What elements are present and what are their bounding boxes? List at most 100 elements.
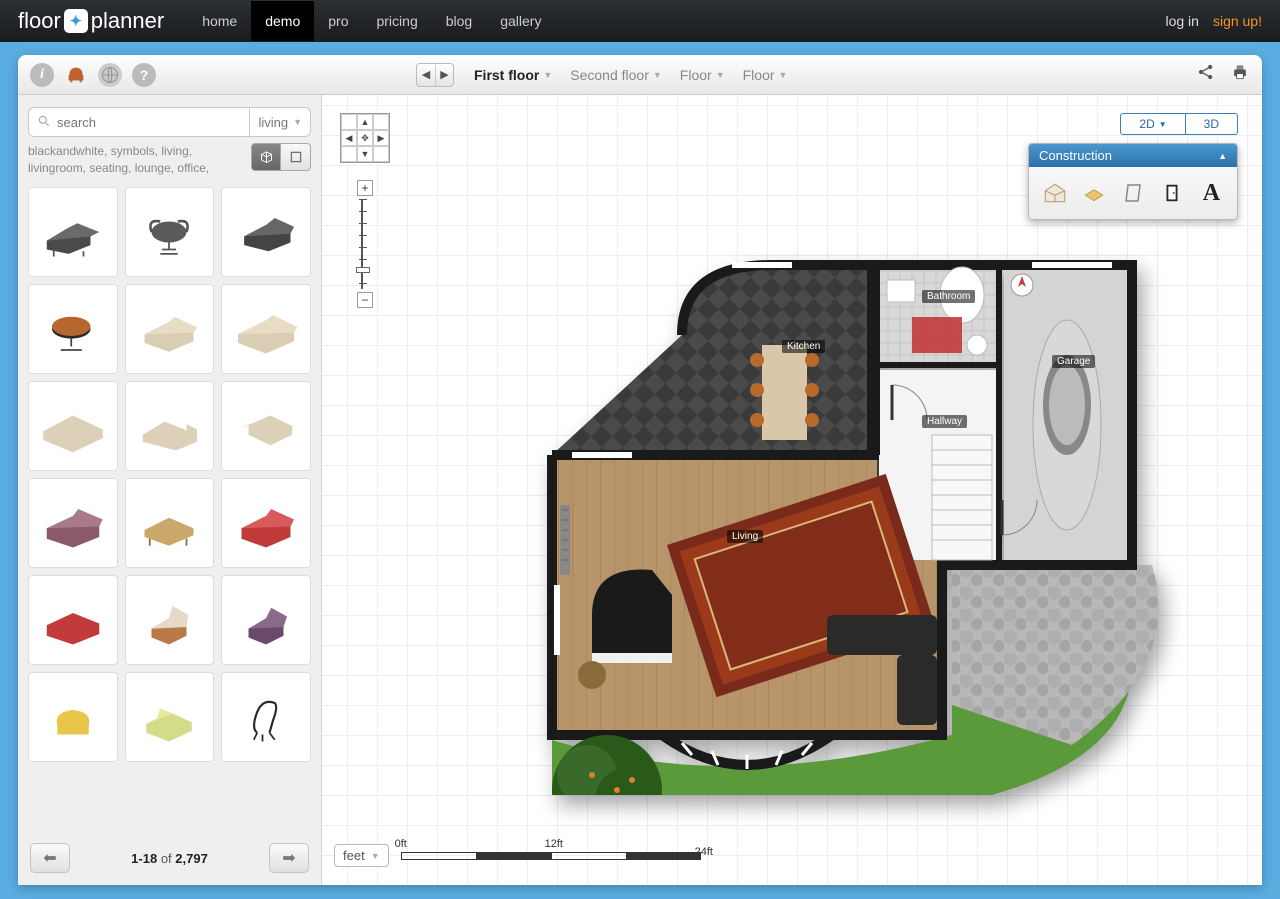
login-link[interactable]: log in: [1165, 13, 1198, 29]
furniture-mode-icon[interactable]: [64, 63, 88, 87]
furniture-item[interactable]: [28, 381, 118, 471]
pager-prev-button[interactable]: ⬅: [30, 843, 70, 873]
surface-tool-icon[interactable]: [1078, 177, 1109, 209]
chevron-down-icon: ▼: [779, 70, 788, 80]
floor-prev-button[interactable]: ◀: [417, 64, 435, 86]
category-select[interactable]: living ▼: [250, 107, 311, 137]
pan-zoom-controls: ▲ ◀✥▶ ▼ + −: [340, 113, 390, 309]
floor-tab-second[interactable]: Second floor▼: [570, 67, 662, 83]
floor-navigation: ◀ ▶ First floor▼ Second floor▼ Floor▼ Fl…: [416, 63, 787, 87]
view-3d-button[interactable]: 3D: [1186, 113, 1238, 135]
scale-ruler: 0ft 12ft 24ft: [401, 852, 702, 860]
floorplan-drawing[interactable]: Kitchen Bathroom Garage Hallway Living: [432, 235, 1172, 795]
zoom-slider[interactable]: [361, 199, 369, 289]
text-tool-icon[interactable]: A: [1196, 177, 1227, 209]
construction-header[interactable]: Construction ▲: [1029, 144, 1237, 167]
pan-grid: ▲ ◀✥▶ ▼: [340, 113, 390, 163]
nav-link-home[interactable]: home: [188, 1, 251, 41]
info-icon[interactable]: i: [30, 63, 54, 87]
page-of: of: [161, 851, 172, 866]
floor-tab-4[interactable]: Floor▼: [743, 67, 788, 83]
room-label-living: Living: [727, 530, 763, 543]
furniture-item[interactable]: [28, 575, 118, 665]
construction-tools: A: [1029, 167, 1237, 219]
furniture-item[interactable]: [125, 672, 215, 762]
canvas[interactable]: ▲ ◀✥▶ ▼ + − 2D▼ 3D: [322, 95, 1262, 885]
pan-up-button[interactable]: ▲: [357, 114, 373, 130]
nav-link-blog[interactable]: blog: [432, 1, 486, 41]
zoom-out-button[interactable]: −: [357, 292, 373, 308]
chevron-up-icon: ▲: [1218, 151, 1227, 161]
top-navbar: floor ✦ planner home demo pro pricing bl…: [0, 0, 1280, 42]
page-to: 18: [143, 851, 157, 866]
floor-next-button[interactable]: ▶: [435, 64, 453, 86]
furniture-item[interactable]: [221, 672, 311, 762]
furniture-item[interactable]: [28, 478, 118, 568]
zoom-in-button[interactable]: +: [357, 180, 373, 196]
furniture-item[interactable]: [125, 478, 215, 568]
view-2d-label: 2D: [1139, 117, 1154, 131]
view-3d-button[interactable]: [251, 143, 281, 171]
pan-right-button[interactable]: ▶: [373, 130, 389, 146]
room-tool-icon[interactable]: [1039, 177, 1070, 209]
furniture-item[interactable]: [125, 381, 215, 471]
page-total: 2,797: [175, 851, 208, 866]
brand-logo-icon: ✦: [64, 9, 88, 33]
view-2d-button[interactable]: [281, 143, 311, 171]
furniture-item[interactable]: [28, 187, 118, 277]
chevron-down-icon: ▼: [371, 851, 380, 861]
pan-center-button[interactable]: ✥: [357, 130, 373, 146]
pan-left-button[interactable]: ◀: [341, 130, 357, 146]
main-toolbar: i ? ◀ ▶ First floor▼ Second floor▼ Floor…: [18, 55, 1262, 95]
nav-link-demo[interactable]: demo: [251, 1, 314, 41]
wall-tool-icon[interactable]: [1117, 177, 1148, 209]
search-box: [28, 107, 250, 137]
help-icon[interactable]: ?: [132, 63, 156, 87]
furniture-item[interactable]: [28, 284, 118, 374]
furniture-item[interactable]: [28, 672, 118, 762]
furniture-grid: [28, 187, 311, 762]
brand-text-2: planner: [91, 8, 164, 34]
furniture-item[interactable]: [125, 575, 215, 665]
pager: ⬅ 1-18 of 2,797 ➡: [28, 835, 311, 873]
unit-label: feet: [343, 848, 365, 863]
pan-down-button[interactable]: ▼: [357, 146, 373, 162]
furniture-item[interactable]: [221, 478, 311, 568]
furniture-item[interactable]: [125, 284, 215, 374]
room-label-bathroom: Bathroom: [922, 290, 975, 303]
furniture-item[interactable]: [221, 187, 311, 277]
nav-links: home demo pro pricing blog gallery: [188, 1, 555, 41]
signup-link[interactable]: sign up!: [1213, 13, 1262, 29]
unit-select[interactable]: feet ▼: [334, 844, 389, 867]
zoom-handle[interactable]: [356, 267, 370, 273]
floor-tab-first[interactable]: First floor▼: [474, 67, 552, 83]
floor-tab-3[interactable]: Floor▼: [680, 67, 725, 83]
furniture-item[interactable]: [221, 284, 311, 374]
furniture-item[interactable]: [125, 187, 215, 277]
pager-text: 1-18 of 2,797: [131, 851, 208, 866]
view-2d-button[interactable]: 2D▼: [1120, 113, 1185, 135]
pager-next-button[interactable]: ➡: [269, 843, 309, 873]
furniture-item[interactable]: [221, 381, 311, 471]
nav-link-pro[interactable]: pro: [314, 1, 362, 41]
brand-logo[interactable]: floor ✦ planner: [18, 8, 164, 34]
chevron-down-icon: ▼: [653, 70, 662, 80]
share-icon[interactable]: [1196, 62, 1216, 87]
globe-icon[interactable]: [98, 63, 122, 87]
ruler-mark: 12ft: [545, 838, 563, 850]
toolbar-right: [1196, 62, 1250, 87]
room-label-kitchen: Kitchen: [782, 340, 825, 353]
furniture-item[interactable]: [221, 575, 311, 665]
print-icon[interactable]: [1230, 62, 1250, 87]
room-label-garage: Garage: [1052, 355, 1095, 368]
search-input[interactable]: [57, 115, 241, 130]
nav-link-pricing[interactable]: pricing: [362, 1, 431, 41]
zoom-controls: + −: [340, 179, 390, 309]
tool-icon-group: i ?: [30, 63, 156, 87]
page-from: 1: [131, 851, 138, 866]
nav-right: log in sign up!: [1165, 13, 1262, 29]
door-tool-icon[interactable]: [1157, 177, 1188, 209]
construction-panel: Construction ▲ A: [1028, 143, 1238, 220]
ruler-row: feet ▼ 0ft 12ft 24ft: [334, 844, 702, 867]
nav-link-gallery[interactable]: gallery: [486, 1, 555, 41]
